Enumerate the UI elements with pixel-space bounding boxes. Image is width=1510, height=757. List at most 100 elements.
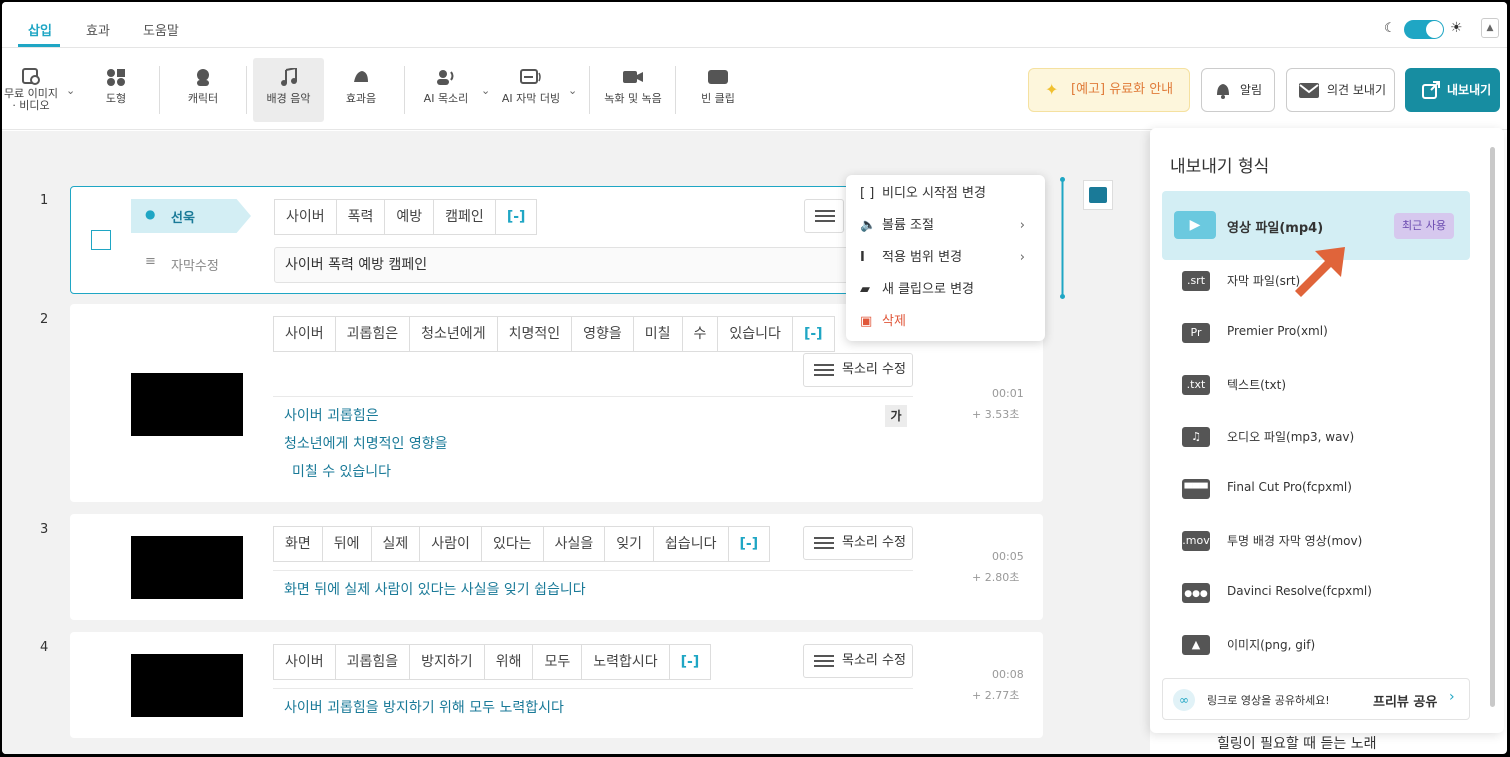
word-chip[interactable]: 사이버: [274, 199, 337, 235]
clip-checkbox[interactable]: [91, 230, 111, 250]
clip-thumbnail[interactable]: [131, 536, 243, 599]
word-chip[interactable]: 수: [681, 316, 719, 352]
character-label: 캐릭터: [187, 92, 219, 105]
voice-edit-button[interactable]: [804, 199, 844, 233]
word-chip[interactable]: 노력합시다: [581, 644, 670, 680]
clip-start-time: 00:01: [992, 387, 1024, 400]
moon-icon: ☾: [1384, 21, 1396, 36]
pause-chip[interactable]: [-]: [668, 644, 712, 680]
word-chip[interactable]: 폭력: [335, 199, 386, 235]
panel-scrollbar[interactable]: [1490, 147, 1495, 707]
word-chip[interactable]: 뒤에: [321, 526, 372, 562]
word-chip[interactable]: 괴롭힘을: [334, 644, 411, 680]
speaker-icon: 🔈: [860, 218, 877, 233]
format-image[interactable]: ▲ 이미지(png, gif): [1162, 613, 1470, 677]
word-chip[interactable]: 방지하기: [409, 644, 485, 680]
clip-row-4[interactable]: 사이버 괴롭힘을 방지하기 위해 모두 노력합시다 [-] 목소리 수정 00:…: [70, 632, 1043, 738]
format-label: Davinci Resolve(fcpxml): [1227, 584, 1372, 598]
preview-share-button[interactable]: 프리뷰 공유: [1373, 691, 1437, 710]
clip-thumbnail[interactable]: [131, 654, 243, 717]
voice-edit-button[interactable]: 목소리 수정: [803, 526, 913, 560]
share-link-bar[interactable]: ∞ 링크로 영상을 공유하세요! 프리뷰 공유 ›: [1162, 678, 1470, 720]
word-chip[interactable]: 실제: [370, 526, 421, 562]
toolbar: 무료 이미지 · 비디오 ⌄ 도형 캐릭터 배경 음악 효과음 AI 목소리 ⌄: [2, 48, 1507, 130]
sfx-button[interactable]: 효과음: [336, 58, 386, 122]
word-chip[interactable]: 화면: [273, 526, 323, 562]
voice-edit-button[interactable]: 목소리 수정: [803, 644, 913, 678]
upgrade-notice-button[interactable]: ✦ [예고] 유료화 안내: [1028, 68, 1190, 112]
menu-label: 볼륨 조절: [882, 218, 934, 233]
tab-help[interactable]: 도움말: [143, 20, 179, 39]
export-button[interactable]: 내보내기: [1405, 68, 1500, 112]
feedback-button[interactable]: 의견 보내기: [1286, 68, 1395, 112]
media-range-handle[interactable]: [1060, 177, 1065, 299]
menu-volume[interactable]: 🔈 볼륨 조절 ›: [860, 214, 1035, 238]
bgm-button[interactable]: 배경 음악: [253, 58, 324, 122]
bell-icon: [1217, 84, 1229, 99]
ai-dubbing-button[interactable]: AI 자막 더빙: [500, 58, 562, 122]
menu-new-clip[interactable]: ▰ 새 클립으로 변경: [860, 278, 1035, 302]
word-chip[interactable]: 캠페인: [433, 199, 496, 235]
pause-chip[interactable]: [-]: [727, 526, 771, 562]
free-media-button[interactable]: 무료 이미지 · 비디오: [2, 58, 60, 122]
subtitle-input[interactable]: 사이버 폭력 예방 캠페인: [274, 247, 864, 283]
word-chip[interactable]: 사이버: [273, 316, 336, 352]
sliders-icon: [814, 537, 834, 549]
mail-icon: [1299, 83, 1319, 98]
pause-chip[interactable]: [-]: [791, 316, 835, 352]
word-chip[interactable]: 모두: [532, 644, 583, 680]
character-button[interactable]: 캐릭터: [178, 58, 228, 122]
sliders-icon: [814, 364, 834, 376]
subtitle-dub-icon: [520, 69, 541, 84]
speaker-tag[interactable]: ● 선욱: [131, 199, 251, 233]
tab-insert[interactable]: 삽입: [28, 20, 52, 39]
toggle-switch[interactable]: [1404, 20, 1444, 39]
word-chip[interactable]: 잊기: [604, 526, 654, 562]
subtitle-edit-label[interactable]: 자막수정: [171, 255, 219, 274]
word-chip[interactable]: 사이버: [273, 644, 336, 680]
clip-thumbnail[interactable]: [131, 373, 243, 436]
subtitle-text[interactable]: 화면 뒤에 실제 사람이 있다는 사실을 잊기 쉽습니다: [284, 576, 586, 604]
chevron-down-icon[interactable]: ⌄: [568, 84, 577, 97]
top-tab-bar: 삽입 효과 도움말 ☾ ☀ ▲: [2, 2, 1507, 48]
subtitle-text[interactable]: 사이버 괴롭힘은 청소년에게 치명적인 영향을 미칠 수 있습니다: [284, 402, 447, 486]
word-chip[interactable]: 있습니다: [717, 316, 793, 352]
word-chip[interactable]: 쉽습니다: [652, 526, 729, 562]
empty-clip-button[interactable]: 빈 클립: [694, 58, 742, 122]
subtitle-line: 화면 뒤에 실제 사람이 있다는 사실을 잊기 쉽습니다: [284, 582, 586, 598]
sun-icon: ☀: [1450, 20, 1463, 36]
word-chip[interactable]: 치명적인: [496, 316, 573, 352]
chevron-down-icon[interactable]: ⌄: [481, 84, 490, 97]
davinci-icon: ●●●: [1182, 583, 1210, 603]
active-tab-indicator: [18, 44, 60, 47]
pause-chip[interactable]: [-]: [494, 199, 538, 235]
word-chip[interactable]: 청소년에게: [409, 316, 498, 352]
subtitle-text[interactable]: 사이버 괴롭힘을 방지하기 위해 모두 노력합시다: [284, 694, 564, 722]
word-chip[interactable]: 사람이: [419, 526, 482, 562]
tab-effects[interactable]: 효과: [86, 20, 110, 39]
word-chip[interactable]: 위해: [483, 644, 534, 680]
voice-edit-button[interactable]: 목소리 수정: [803, 353, 913, 387]
clip-start-time: 00:08: [992, 668, 1024, 681]
word-chip[interactable]: 영향을: [571, 316, 634, 352]
menu-range-change[interactable]: I 적용 범위 변경 ›: [860, 246, 1035, 270]
collapse-toolbar-button[interactable]: ▲: [1481, 18, 1499, 38]
theme-toggle[interactable]: ☾ ☀: [1384, 20, 1464, 40]
alarm-button[interactable]: 알림: [1201, 68, 1275, 112]
media-thumbnail[interactable]: [1083, 180, 1113, 210]
chevron-down-icon[interactable]: ⌄: [66, 84, 75, 97]
voice-icon: [437, 70, 454, 85]
word-chip[interactable]: 있다는: [480, 526, 544, 562]
word-chip[interactable]: 예방: [384, 199, 435, 235]
ai-voice-button[interactable]: AI 목소리: [418, 58, 474, 122]
menu-delete[interactable]: ▣ 삭제: [860, 310, 1035, 334]
record-button[interactable]: 녹화 및 녹음: [602, 58, 664, 122]
word-chip[interactable]: 미칠: [632, 316, 683, 352]
clip-row-3[interactable]: 화면 뒤에 실제 사람이 있다는 사실을 잊기 쉽습니다 [-] 목소리 수정 …: [70, 514, 1043, 620]
font-style-button[interactable]: 가: [885, 405, 907, 427]
word-chip[interactable]: 사실을: [542, 526, 606, 562]
word-chip[interactable]: 괴롭힘은: [334, 316, 411, 352]
menu-change-video-start[interactable]: [ ] 비디오 시작점 변경: [860, 182, 1035, 206]
shapes-button[interactable]: 도형: [94, 58, 138, 122]
app-window: 삽입 효과 도움말 ☾ ☀ ▲ 무료 이미지 · 비디오 ⌄ 도형 캐릭터 배경…: [2, 2, 1507, 754]
